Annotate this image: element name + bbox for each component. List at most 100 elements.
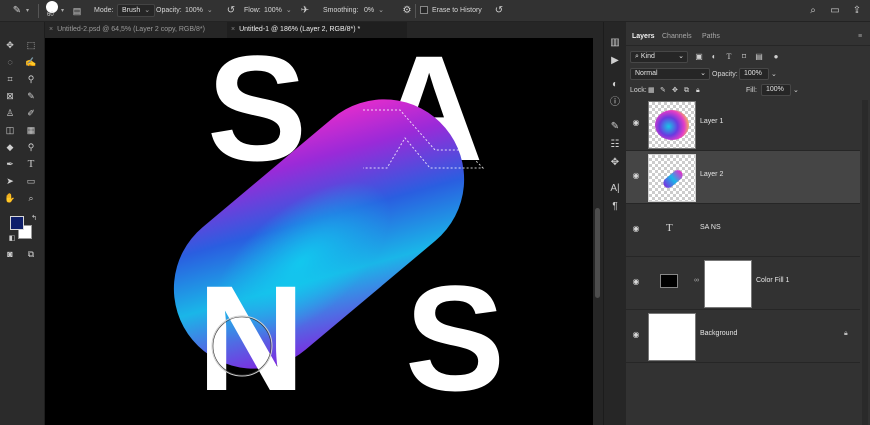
brush-settings-icon[interactable]: ▤ [70,4,84,18]
shape-filter-icon[interactable]: ⌑ [739,52,749,62]
scroll-thumb[interactable] [595,208,600,298]
layer-name[interactable]: Layer 2 [700,171,723,178]
tab-channels[interactable]: Channels [662,30,692,44]
link-icon[interactable]: ∞ [694,277,699,284]
tab-layers[interactable]: Layers [632,30,655,44]
tab-untitled-2[interactable]: × Untitled-2.psd @ 64,5% (Layer 2 copy, R… [45,22,225,38]
smoothing-field[interactable]: 0% ⌄ [364,0,384,22]
lock-transparent-icon[interactable]: ▦ [648,85,655,99]
layer-name[interactable]: Color Fill 1 [756,277,789,284]
layer-opacity-value: 100% [744,70,762,77]
clone-source-panel-icon[interactable]: ✥ [608,156,622,170]
paragraph-panel-icon[interactable]: ¶ [608,200,622,214]
visibility-eye-icon[interactable]: ◉ [631,330,641,340]
layer-name[interactable]: SA NS [700,224,721,231]
adjustment-filter-icon[interactable]: ◐ [709,52,719,62]
visibility-eye-icon[interactable]: ◉ [631,171,641,181]
chevron-down-icon[interactable]: ⌄ [793,85,799,99]
tab-untitled-1[interactable]: × Untitled-1 @ 186% (Layer 2, RGB/8*) * [227,22,407,38]
gradient-tool-icon[interactable]: ▦ [24,124,38,137]
lock-artboard-icon[interactable]: ⧉ [684,85,689,99]
close-icon[interactable]: × [49,26,53,33]
history-brush-tool-icon[interactable]: ✐ [24,107,38,120]
layer-row-layer-1[interactable]: ◉ Layer 1 [626,98,860,151]
eraser-tool-icon[interactable]: ✎ [10,4,24,18]
quick-mask-icon[interactable]: ◙ [3,248,17,261]
chevron-down-icon: ⌄ [700,70,706,77]
actions-panel-icon[interactable]: ▶ [608,54,622,68]
character-panel-icon[interactable]: A| [608,182,622,196]
filter-toggle-icon[interactable]: ● [771,52,781,62]
layer-name[interactable]: Layer 1 [700,118,723,125]
adjustments-panel-icon[interactable]: ◐ [608,78,622,92]
layers-scrollbar[interactable] [862,100,868,425]
lock-image-icon[interactable]: ✎ [660,85,666,99]
pressure-opacity-icon[interactable]: ↺ [224,4,238,18]
lock-all-icon[interactable]: 🔒︎ [696,85,700,99]
layer-row-sa-ns[interactable]: ◉ T SA NS [626,204,860,257]
path-selection-tool-icon[interactable]: ➤ [3,175,17,188]
layer-name[interactable]: Background [700,330,737,337]
erase-to-history-option[interactable]: Erase to History [420,0,482,22]
brush-settings-panel-icon[interactable]: ✎ [608,120,622,134]
foreground-color-swatch[interactable] [10,216,24,230]
type-tool-icon[interactable]: T [24,158,38,171]
default-colors-icon[interactable]: ◧ [5,232,19,245]
quick-selection-tool-icon[interactable]: ✍ [24,56,38,69]
rectangle-tool-icon[interactable]: ▭ [24,175,38,188]
properties-panel-icon[interactable]: ☷ [608,138,622,152]
mode-select[interactable]: Brush ⌄ [117,0,156,22]
visibility-eye-icon[interactable]: ◉ [631,118,641,128]
tool-preset-chevron-icon[interactable]: ▾ [26,0,29,22]
workspace-icon[interactable]: ▭ [828,4,842,18]
pen-tool-icon[interactable]: ✒ [3,158,17,171]
panel-tabs: Layers Channels Paths ≡ [626,30,870,44]
eraser-tool-icon[interactable]: ◫ [3,124,17,137]
brush-picker-chevron-icon[interactable]: ▾ [61,0,64,22]
eyedropper-tool-icon[interactable]: ⚲ [24,73,38,86]
screen-mode-icon[interactable]: ⧉ [24,248,38,261]
move-tool-icon[interactable]: ✥ [3,39,17,52]
visibility-eye-icon[interactable]: ◉ [631,224,641,234]
pixel-filter-icon[interactable]: ▣ [694,52,704,62]
erase-to-history-checkbox[interactable] [420,6,428,15]
layer-row-color-fill-1[interactable]: ◉ ∞ Color Fill 1 [626,257,860,310]
swap-colors-icon[interactable]: ↰ [27,212,41,225]
flow-field[interactable]: 100% ⌄ [264,0,292,22]
frame-tool-icon[interactable]: ⊠ [3,90,17,103]
lock-position-icon[interactable]: ✥ [672,85,678,99]
type-filter-icon[interactable]: T [724,52,734,62]
marquee-tool-icon[interactable]: ⬚ [24,39,38,52]
tab-paths[interactable]: Paths [702,30,720,44]
smart-object-filter-icon[interactable]: ▤ [754,52,764,62]
opacity-field[interactable]: 100% ⌄ [185,0,213,22]
chevron-down-icon[interactable]: ⌄ [771,69,777,83]
lasso-tool-icon[interactable]: ◌ [3,56,17,69]
crop-tool-icon[interactable]: ⌗ [3,73,17,86]
visibility-eye-icon[interactable]: ◉ [631,277,641,287]
brush-tool-icon[interactable]: ✎ [24,90,38,103]
stamp-tool-icon[interactable]: ♙ [3,107,17,120]
hand-tool-icon[interactable]: ✋ [3,192,17,205]
layer-row-background[interactable]: ◉ Background 🔒︎ [626,310,860,363]
layer-row-layer-2[interactable]: ◉ Layer 2 [626,151,860,204]
fill-field[interactable]: 100% [761,84,791,96]
filter-kind-select[interactable]: ⌕ Kind ⌄ [630,51,688,63]
panel-menu-icon[interactable]: ≡ [858,30,862,44]
history-panel-icon[interactable]: ▥ [608,36,622,50]
canvas-scrollbar[interactable] [593,38,603,425]
blur-tool-icon[interactable]: ◆ [3,141,17,154]
lock-label: Lock: [630,87,647,94]
layer-opacity-field[interactable]: 100% [739,68,769,80]
document-canvas[interactable]: S A N S [45,38,593,425]
pressure-size-icon[interactable]: ↺ [492,4,506,18]
share-icon[interactable]: ⇪ [850,4,864,18]
close-icon[interactable]: × [231,26,235,33]
search-icon[interactable]: ⌕ [806,4,820,18]
dodge-tool-icon[interactable]: ⚲ [24,141,38,154]
info-panel-icon[interactable]: ⓘ [608,96,622,110]
gear-icon[interactable]: ⚙ [400,4,414,18]
blend-mode-select[interactable]: Normal ⌄ [630,68,710,80]
airbrush-icon[interactable]: ✈ [298,4,312,18]
zoom-tool-icon[interactable]: ⌕ [24,192,38,205]
